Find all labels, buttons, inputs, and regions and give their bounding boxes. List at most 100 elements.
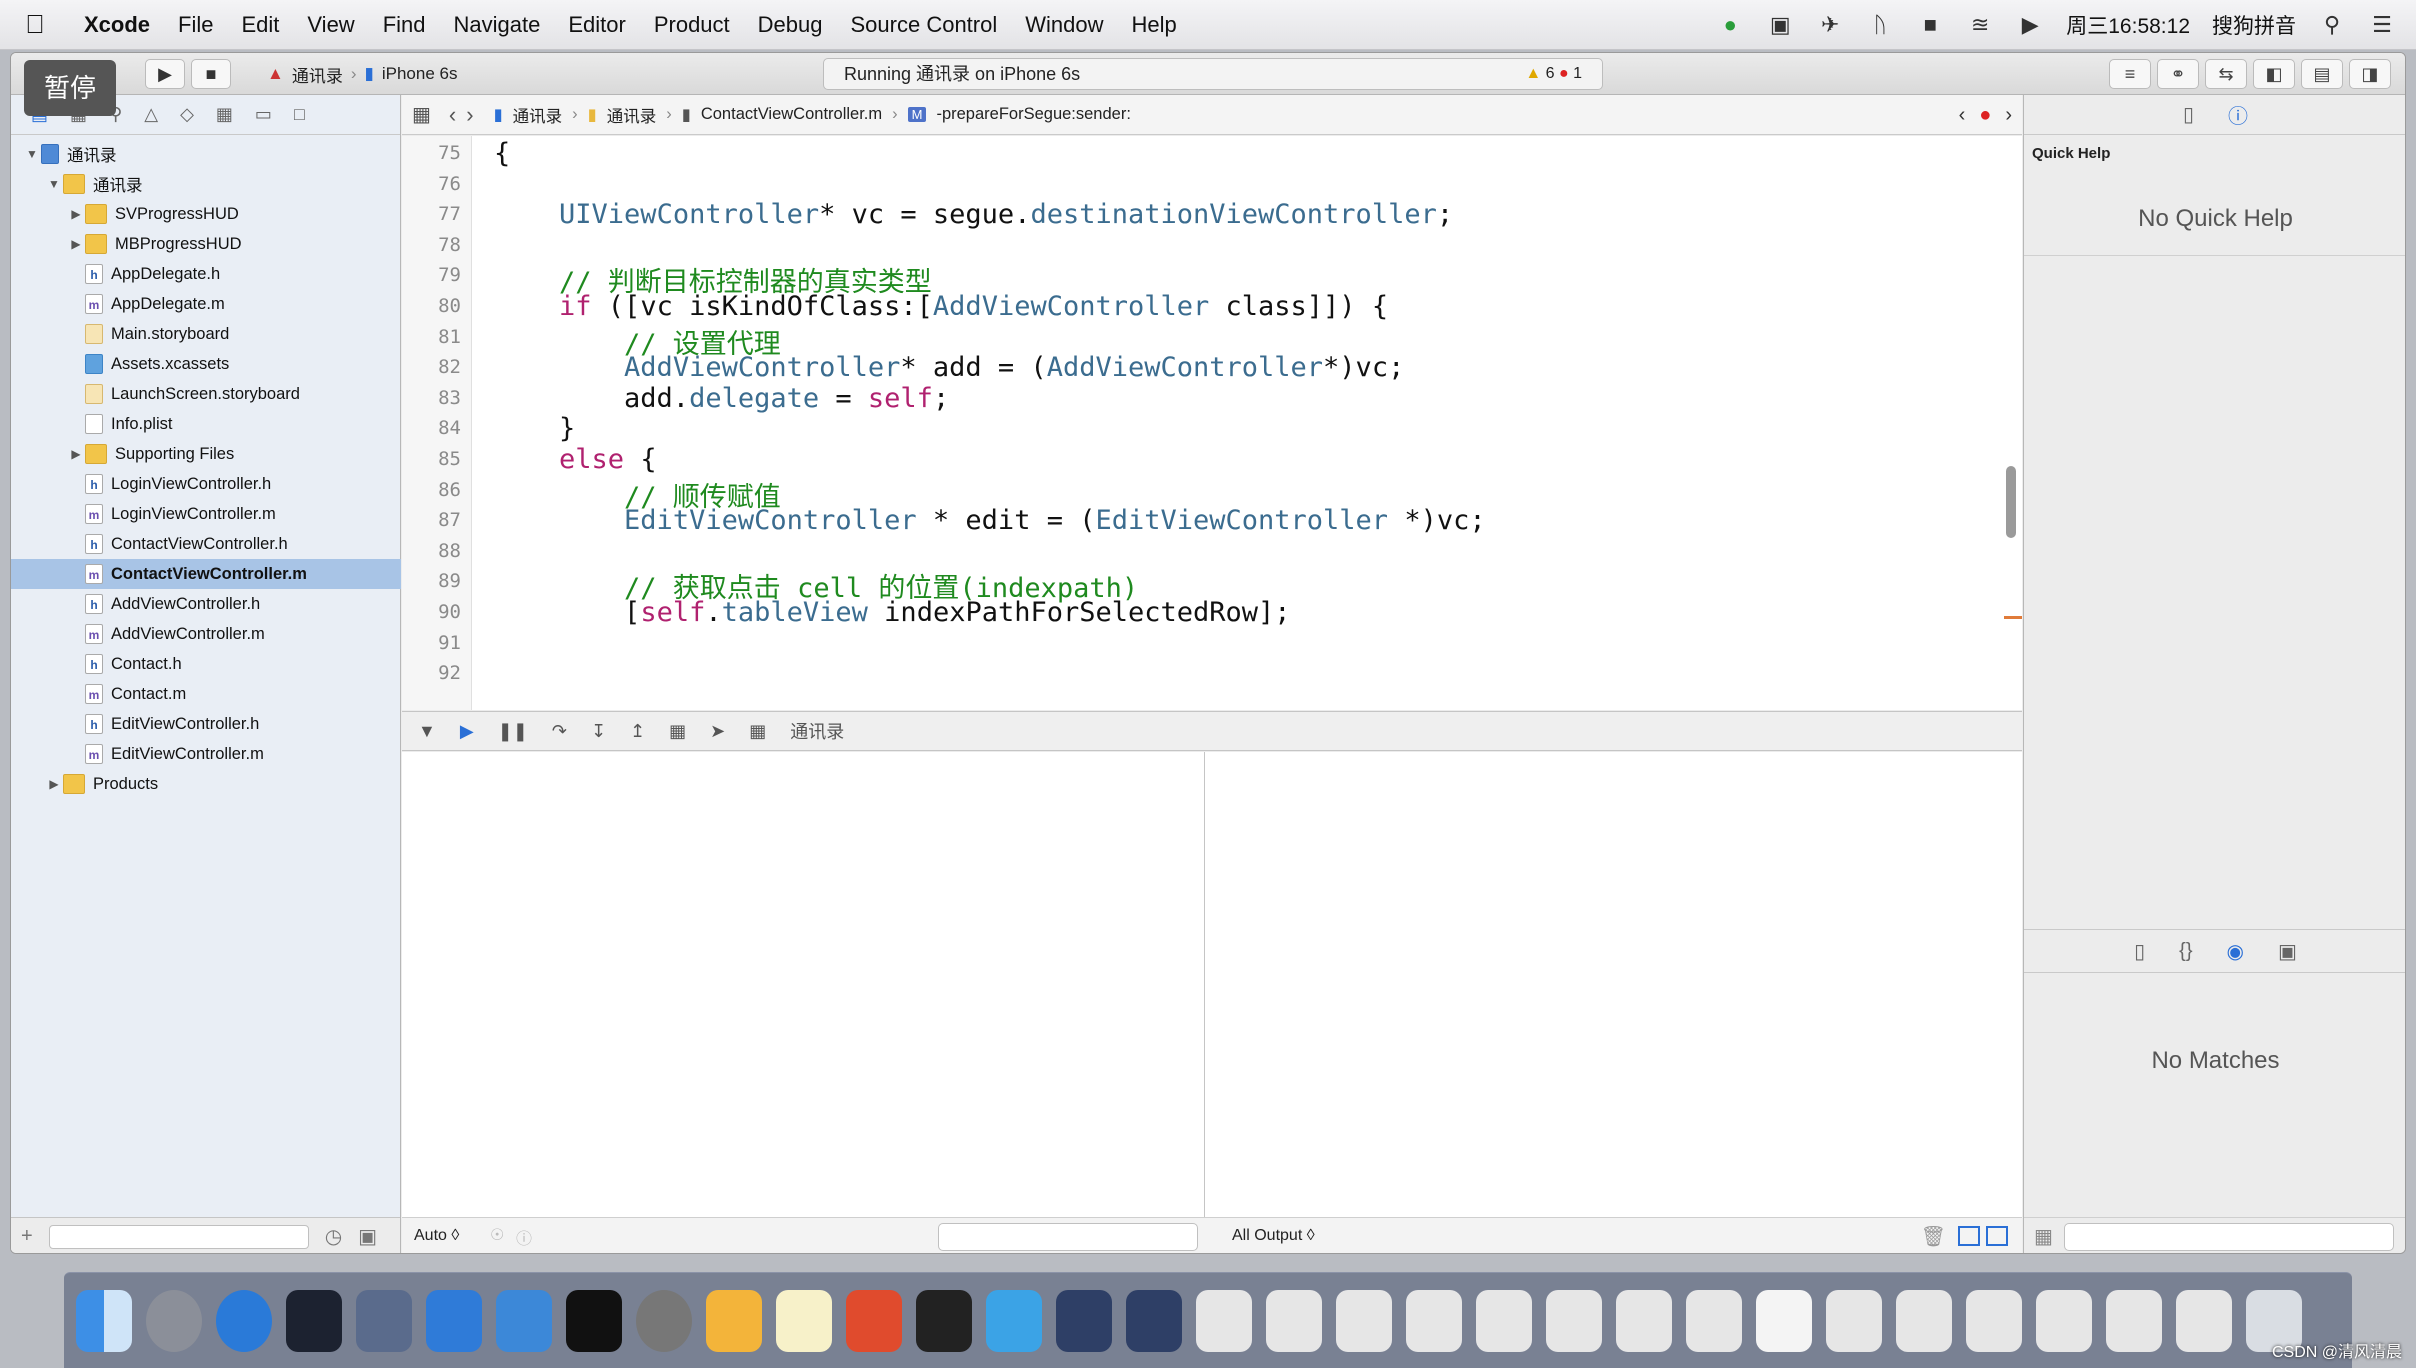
window-thumb-icon[interactable]: [1336, 1289, 1392, 1352]
file-tree-item[interactable]: h AppDelegate.h: [11, 259, 401, 289]
menu-debug[interactable]: Debug: [744, 12, 837, 38]
next-issue-icon[interactable]: ›: [2005, 104, 2012, 127]
console-divider[interactable]: [1204, 752, 1205, 1253]
code-line[interactable]: {: [494, 138, 510, 169]
toggle-navigator-icon[interactable]: ◧: [2253, 59, 2295, 89]
line-number-gutter[interactable]: 75 76 77 78 79 80 81 82 83 84 85 86 87 88 89 90 91 92: [402, 136, 472, 710]
window-thumb-icon[interactable]: [2106, 1289, 2162, 1352]
menu-navigate[interactable]: Navigate: [440, 12, 555, 38]
window-thumb-icon[interactable]: [1406, 1289, 1462, 1352]
line-number[interactable]: 82: [438, 356, 461, 378]
window-thumb-icon[interactable]: [1196, 1289, 1252, 1352]
file-tree-item[interactable]: LaunchScreen.storyboard: [11, 379, 401, 409]
file-tree-item[interactable]: Assets.xcassets: [11, 349, 401, 379]
line-number[interactable]: 79: [438, 264, 461, 286]
report-navigator-icon[interactable]: □: [294, 104, 305, 125]
window-thumb-icon[interactable]: [2036, 1289, 2092, 1352]
spotlight-icon[interactable]: ⚲: [2318, 11, 2346, 39]
launchpad-icon[interactable]: [146, 1289, 202, 1352]
line-number[interactable]: 92: [438, 662, 461, 684]
code-snippet-icon[interactable]: {}: [2179, 940, 2192, 963]
lock-icon[interactable]: ■: [1916, 11, 1944, 39]
step-out-icon[interactable]: ↥: [630, 721, 645, 742]
bluetooth-icon[interactable]: ᚢ: [1866, 11, 1894, 39]
issue-indicator-icon[interactable]: ●: [1979, 104, 1991, 127]
window-thumb-icon[interactable]: [1126, 1289, 1182, 1352]
debug-target[interactable]: 通讯录: [790, 718, 844, 744]
window-thumb-icon[interactable]: [1756, 1289, 1812, 1352]
disclosure-closed-icon[interactable]: ▶: [67, 447, 85, 461]
trash-icon[interactable]: 🗑: [1921, 1224, 1946, 1249]
file-tree-item[interactable]: m AppDelegate.m: [11, 289, 401, 319]
variables-filter[interactable]: [938, 1223, 1198, 1251]
window-thumb-icon[interactable]: [1056, 1289, 1112, 1352]
file-tree-item[interactable]: Info.plist: [11, 409, 401, 439]
object-library-icon[interactable]: ◉: [2227, 939, 2244, 964]
window-thumb-icon[interactable]: [1896, 1289, 1952, 1352]
crumb-file[interactable]: ContactViewController.m: [701, 105, 882, 124]
file-tree-item[interactable]: m LoginViewController.m: [11, 499, 401, 529]
scm-filter-icon[interactable]: ▣: [358, 1224, 377, 1249]
file-tree-item[interactable]: ▶ MBProgressHUD: [11, 229, 401, 259]
source-editor[interactable]: 75 76 77 78 79 80 81 82 83 84 85 86 87 88 89 90 91 92 { U…: [402, 136, 2022, 710]
file-tree-item[interactable]: h LoginViewController.h: [11, 469, 401, 499]
file-inspector-icon[interactable]: ▯: [2183, 102, 2194, 127]
media-library-icon[interactable]: ▣: [2278, 939, 2297, 964]
line-number[interactable]: 90: [438, 601, 461, 623]
line-number[interactable]: 75: [438, 142, 461, 164]
volume-icon[interactable]: ▶: [2016, 11, 2044, 39]
issue-navigator-icon[interactable]: △: [144, 104, 158, 125]
pause-overlay[interactable]: 暂停: [24, 60, 116, 116]
apple-icon[interactable]: : [0, 9, 70, 40]
info-icon[interactable]: ⓘ: [516, 1225, 532, 1249]
file-tree-item[interactable]: ▼ 通讯录: [11, 169, 401, 199]
window-thumb-icon[interactable]: [1686, 1289, 1742, 1352]
code-line[interactable]: EditViewController * edit = (EditViewCon…: [494, 505, 1486, 536]
camera-icon[interactable]: ▣: [1766, 11, 1794, 39]
toggle-debug-area-icon[interactable]: ▤: [2301, 59, 2343, 89]
recent-files-icon[interactable]: ◷: [325, 1224, 342, 1249]
record-icon[interactable]: ●: [1716, 11, 1744, 39]
add-icon[interactable]: +: [21, 1225, 33, 1248]
code-line[interactable]: AddViewController* add = (AddViewControl…: [494, 352, 1404, 383]
console-app-icon[interactable]: [916, 1289, 972, 1352]
screenflow-icon[interactable]: [986, 1289, 1042, 1352]
disclosure-open-icon[interactable]: ▼: [23, 147, 41, 161]
file-tree-item[interactable]: ▶ Products: [11, 769, 401, 799]
line-number[interactable]: 81: [438, 326, 461, 348]
file-tree-item[interactable]: h AddViewController.h: [11, 589, 401, 619]
line-number[interactable]: 77: [438, 203, 461, 225]
menu-help[interactable]: Help: [1118, 12, 1191, 38]
breakpoint-navigator-icon[interactable]: ▭: [255, 104, 272, 125]
imovie-icon[interactable]: [356, 1289, 412, 1352]
file-tree-item[interactable]: m Contact.m: [11, 679, 401, 709]
code-line[interactable]: UIViewController* vc = segue.destination…: [494, 199, 1453, 230]
menu-editor[interactable]: Editor: [554, 12, 639, 38]
version-editor-icon[interactable]: ⇆: [2205, 59, 2247, 89]
line-number[interactable]: 86: [438, 479, 461, 501]
line-number[interactable]: 84: [438, 417, 461, 439]
sketch-icon[interactable]: [706, 1289, 762, 1352]
window-thumb-icon[interactable]: [1266, 1289, 1322, 1352]
step-into-icon[interactable]: ↧: [591, 721, 606, 742]
breakpoints-toggle-icon[interactable]: ▶: [460, 721, 474, 742]
view-debugger-icon[interactable]: ▦: [669, 721, 686, 742]
quick-help-icon[interactable]: ⓘ: [2228, 100, 2248, 129]
line-number[interactable]: 87: [438, 509, 461, 531]
menu-file[interactable]: File: [164, 12, 227, 38]
issues-badge[interactable]: ▲ 6 ● 1: [1525, 59, 1582, 89]
debug-navigator-icon[interactable]: ▦: [216, 104, 233, 125]
file-tree-item[interactable]: m ContactViewController.m: [11, 559, 401, 589]
menu-product[interactable]: Product: [640, 12, 744, 38]
location-icon[interactable]: ➤: [710, 721, 725, 742]
window-thumb-icon[interactable]: [1546, 1289, 1602, 1352]
scheme-selector[interactable]: ▲ 通讯录 › ▮ iPhone 6s: [267, 59, 457, 89]
forward-icon[interactable]: ›: [466, 102, 473, 128]
crumb-group[interactable]: 通讯录: [607, 103, 657, 127]
disclosure-closed-icon[interactable]: ▶: [67, 237, 85, 251]
window-thumb-icon[interactable]: [2176, 1289, 2232, 1352]
window-thumb-icon[interactable]: [1476, 1289, 1532, 1352]
split-right-icon[interactable]: [1986, 1226, 2008, 1246]
previous-issue-icon[interactable]: ‹: [1959, 104, 1966, 127]
step-over-icon[interactable]: ↷: [552, 721, 567, 742]
